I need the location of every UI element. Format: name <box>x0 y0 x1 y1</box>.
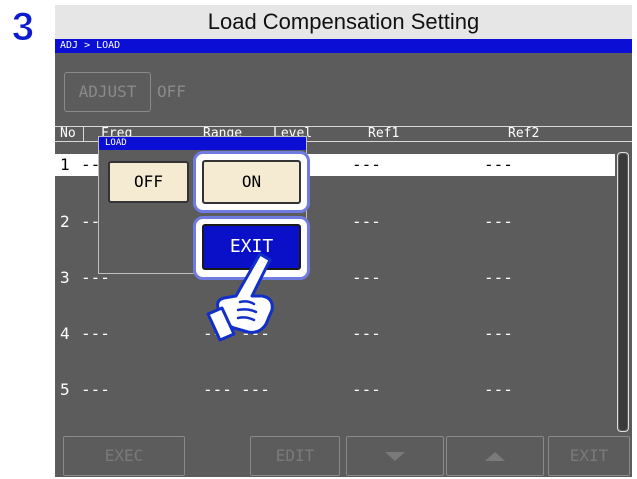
exec-button[interactable]: EXEC <box>63 436 185 476</box>
row-ref1: --- <box>352 268 381 287</box>
exit-footer-button[interactable]: EXIT <box>548 436 630 476</box>
header-ref1: Ref1 <box>368 126 400 141</box>
row-freq: --- <box>81 380 110 399</box>
row-level: --- <box>241 380 270 399</box>
adjust-status-value: OFF <box>157 82 186 101</box>
row-ref2: --- <box>484 212 513 231</box>
pointing-hand-icon <box>206 252 274 342</box>
off-button[interactable]: OFF <box>108 161 189 203</box>
row-freq: --- <box>81 324 110 343</box>
scroll-down-button[interactable] <box>346 436 444 476</box>
scroll-up-button[interactable] <box>446 436 544 476</box>
triangle-up-icon <box>485 451 505 461</box>
svg-text:3: 3 <box>12 6 34 46</box>
row-ref2: --- <box>484 380 513 399</box>
step-number-3: 3 <box>11 6 34 46</box>
scrollbar-thumb[interactable] <box>619 154 627 430</box>
breadcrumb: ADJ > LOAD <box>55 39 632 53</box>
header-divider <box>83 126 84 142</box>
row-no: 5 <box>60 380 70 399</box>
row-ref1: --- <box>352 155 381 174</box>
popup-title: LOAD <box>99 137 306 150</box>
row-ref2: --- <box>484 155 513 174</box>
on-button[interactable]: ON <box>202 160 301 204</box>
row-ref1: --- <box>352 212 381 231</box>
adjust-button[interactable]: ADJUST <box>64 72 151 112</box>
row-ref1: --- <box>352 324 381 343</box>
header-no: No <box>60 126 76 141</box>
row-ref2: --- <box>484 268 513 287</box>
page-title: Load Compensation Setting <box>55 5 632 39</box>
row-no: 3 <box>60 268 70 287</box>
table-row[interactable]: 4 --- --- --- --- --- <box>55 323 615 345</box>
row-no: 2 <box>60 212 70 231</box>
row-range: --- <box>203 380 232 399</box>
edit-button[interactable]: EDIT <box>250 436 340 476</box>
row-ref1: --- <box>352 380 381 399</box>
triangle-down-icon <box>385 451 405 461</box>
row-no: 1 <box>60 155 70 174</box>
table-row[interactable]: 5 --- --- --- --- --- <box>55 379 615 401</box>
row-ref2: --- <box>484 324 513 343</box>
row-no: 4 <box>60 324 70 343</box>
header-ref2: Ref2 <box>508 126 540 141</box>
